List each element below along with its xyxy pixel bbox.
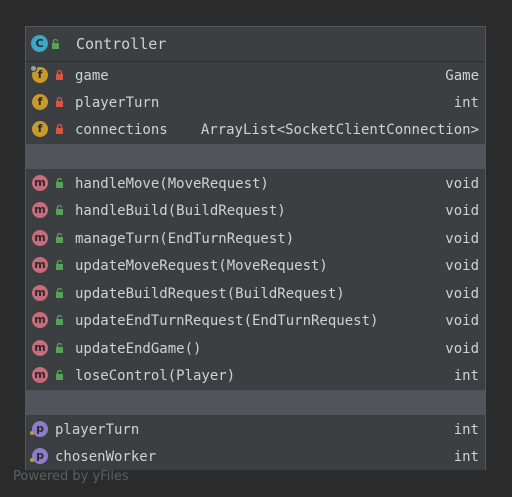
method-icon: m (32, 175, 48, 191)
class-header: C Controller (26, 27, 485, 62)
property-icon: p (32, 421, 48, 437)
method-return-type: int (453, 368, 479, 384)
property-name: playerTurn (55, 422, 140, 438)
property-row[interactable]: p playerTurn int (26, 416, 485, 443)
method-icon: m (32, 340, 48, 356)
section-separator (26, 390, 485, 415)
public-lock-icon (56, 233, 63, 243)
field-name: game (75, 68, 109, 84)
method-icon: m (32, 230, 48, 246)
method-return-type: void (445, 176, 479, 192)
field-row[interactable]: f connections ArrayList<SocketClientConn… (26, 116, 485, 143)
class-icon: C (31, 35, 48, 52)
method-row[interactable]: m updateMoveRequest(MoveRequest) void (26, 252, 485, 279)
field-row[interactable]: f playerTurn int (26, 89, 485, 116)
public-lock-icon (52, 39, 59, 49)
private-lock-icon (56, 124, 63, 134)
section-separator (26, 144, 485, 169)
public-lock-icon (56, 343, 63, 353)
field-type: int (453, 95, 479, 111)
method-return-type: void (445, 313, 479, 329)
field-type: ArrayList<SocketClientConnection> (200, 122, 479, 138)
property-type: int (453, 449, 479, 465)
method-name: handleMove(MoveRequest) (75, 176, 269, 192)
field-type: Game (445, 68, 479, 84)
method-icon: m (32, 312, 48, 328)
method-return-type: void (445, 203, 479, 219)
method-row[interactable]: m updateBuildRequest(BuildRequest) void (26, 280, 485, 307)
field-icon: f (32, 94, 48, 110)
method-icon: m (32, 257, 48, 273)
field-icon: f (32, 121, 48, 137)
public-lock-icon (56, 370, 63, 380)
method-name: updateEndTurnRequest(EndTurnRequest) (75, 313, 379, 329)
yfiles-watermark: Powered by yFiles (13, 469, 129, 484)
method-icon: m (32, 367, 48, 383)
getter-marker-icon (30, 431, 34, 435)
method-row[interactable]: m handleMove(MoveRequest) void (26, 170, 485, 197)
method-row[interactable]: m updateEndTurnRequest(EndTurnRequest) v… (26, 307, 485, 334)
method-name: manageTurn(EndTurnRequest) (75, 231, 295, 247)
public-lock-icon (56, 260, 63, 270)
method-icon: m (32, 202, 48, 218)
method-row[interactable]: m manageTurn(EndTurnRequest) void (26, 225, 485, 252)
field-name: connections (75, 122, 168, 138)
method-return-type: void (445, 341, 479, 357)
method-name: updateBuildRequest(BuildRequest) (75, 286, 345, 302)
private-lock-icon (56, 70, 63, 80)
property-name: chosenWorker (55, 449, 157, 465)
method-row[interactable]: m loseControl(Player) int (26, 362, 485, 389)
public-lock-icon (56, 205, 63, 215)
field-name: playerTurn (75, 95, 160, 111)
method-name: updateMoveRequest(MoveRequest) (75, 258, 328, 274)
field-row[interactable]: f game Game (26, 62, 485, 89)
public-lock-icon (56, 315, 63, 325)
method-row[interactable]: m handleBuild(BuildRequest) void (26, 197, 485, 224)
method-return-type: void (445, 231, 479, 247)
method-name: updateEndGame() (75, 341, 202, 357)
public-lock-icon (56, 178, 63, 188)
private-lock-icon (56, 97, 63, 107)
uml-class-box[interactable]: C Controller f game Game f playerTurn in… (25, 26, 486, 470)
public-lock-icon (56, 288, 63, 298)
method-return-type: void (445, 258, 479, 274)
class-name: Controller (76, 35, 167, 53)
property-type: int (453, 422, 479, 438)
method-row[interactable]: m updateEndGame() void (26, 335, 485, 362)
method-name: handleBuild(BuildRequest) (75, 203, 286, 219)
getter-marker-icon (30, 458, 34, 462)
property-row[interactable]: p chosenWorker int (26, 443, 485, 470)
property-icon: p (32, 448, 48, 464)
method-icon: m (32, 285, 48, 301)
method-name: loseControl(Player) (75, 368, 236, 384)
static-marker-icon (30, 65, 37, 72)
method-return-type: void (445, 286, 479, 302)
